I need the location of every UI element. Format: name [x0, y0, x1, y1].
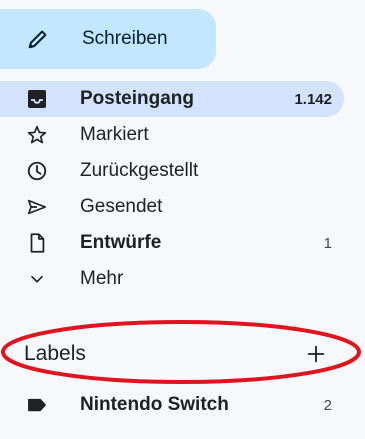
label-list: Nintendo Switch 2 [0, 387, 344, 423]
labels-header: Labels [0, 336, 344, 372]
label-item-nintendo-switch[interactable]: Nintendo Switch 2 [0, 387, 344, 423]
nav-item-snoozed[interactable]: Zurückgestellt [0, 153, 344, 189]
nav-item-inbox[interactable]: Posteingang 1.142 [0, 81, 344, 117]
label-icon [26, 394, 48, 416]
chevron-down-icon [26, 268, 48, 290]
nav-item-starred[interactable]: Markiert [0, 117, 344, 153]
nav-item-more[interactable]: Mehr [0, 261, 344, 297]
plus-icon[interactable] [304, 342, 328, 366]
draft-icon [26, 232, 48, 254]
draft-count: 1 [323, 234, 332, 252]
nav-list: Posteingang 1.142 Markiert Zurückgestell… [0, 81, 344, 297]
compose-label: Schreiben [82, 28, 168, 49]
pencil-icon [26, 27, 50, 51]
nav-item-label: Posteingang [80, 88, 195, 109]
star-icon [26, 124, 48, 146]
clock-icon [26, 160, 48, 182]
compose-button[interactable]: Schreiben [0, 9, 216, 69]
labels-title: Labels [24, 342, 86, 365]
nav-item-label: Gesendet [80, 196, 163, 217]
unread-count: 1.142 [294, 90, 332, 108]
nav-item-label: Mehr [80, 268, 124, 289]
inbox-icon [26, 88, 48, 110]
nav-item-drafts[interactable]: Entwürfe 1 [0, 225, 344, 261]
nav-item-label: Entwürfe [80, 232, 162, 253]
nav-item-label: Zurückgestellt [80, 160, 199, 181]
nav-item-label: Markiert [80, 124, 149, 145]
send-icon [26, 196, 48, 218]
label-item-label: Nintendo Switch [80, 394, 229, 415]
nav-item-sent[interactable]: Gesendet [0, 189, 344, 225]
label-item-count: 2 [323, 396, 332, 414]
gmail-sidebar: Schreiben Posteingang 1.142 Markiert Zur… [0, 0, 365, 439]
